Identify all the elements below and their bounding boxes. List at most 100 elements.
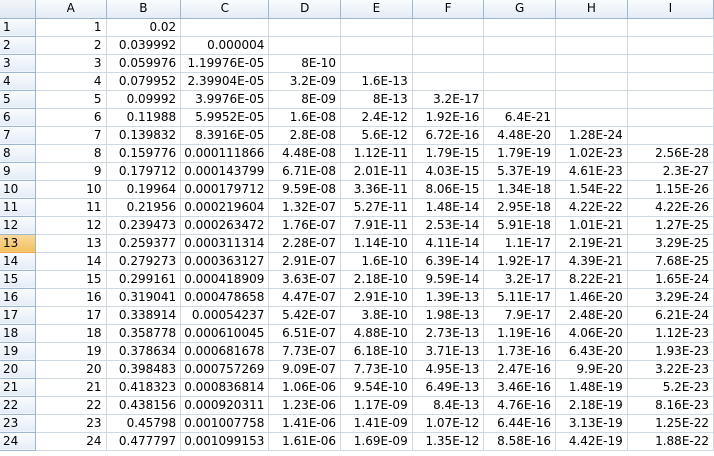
cell-b5[interactable]: 0.09992 xyxy=(106,90,182,109)
cell-a10[interactable]: 10 xyxy=(35,180,107,199)
cell-f22[interactable]: 8.4E-13 xyxy=(412,396,485,415)
cell-g1[interactable] xyxy=(483,18,557,37)
cell-f17[interactable]: 1.98E-13 xyxy=(412,306,485,325)
cell-d10[interactable]: 9.59E-08 xyxy=(268,180,342,199)
cell-c19[interactable]: 0.000681678 xyxy=(180,342,270,361)
cell-e2[interactable] xyxy=(340,36,413,55)
cell-h16[interactable]: 1.46E-20 xyxy=(555,288,628,307)
cell-i23[interactable]: 1.25E-22 xyxy=(627,414,714,433)
cell-h23[interactable]: 3.13E-19 xyxy=(555,414,628,433)
cell-f12[interactable]: 2.53E-14 xyxy=(412,216,485,235)
cell-f8[interactable]: 1.79E-15 xyxy=(412,144,485,163)
cell-a11[interactable]: 11 xyxy=(35,198,107,217)
cell-g18[interactable]: 1.19E-16 xyxy=(483,324,557,343)
cell-d5[interactable]: 8E-09 xyxy=(268,90,342,109)
cell-d14[interactable]: 2.91E-07 xyxy=(268,252,342,271)
cell-e1[interactable] xyxy=(340,18,413,37)
cell-i11[interactable]: 4.22E-26 xyxy=(627,198,714,217)
cell-b11[interactable]: 0.21956 xyxy=(106,198,182,217)
cell-b17[interactable]: 0.338914 xyxy=(106,306,182,325)
cell-a22[interactable]: 22 xyxy=(35,396,107,415)
cell-e3[interactable] xyxy=(340,54,413,73)
cell-i9[interactable]: 2.3E-27 xyxy=(627,162,714,181)
cell-e7[interactable]: 5.6E-12 xyxy=(340,126,413,145)
cell-c11[interactable]: 0.000219604 xyxy=(180,198,270,217)
row-header[interactable]: 7 xyxy=(0,126,37,145)
cell-f19[interactable]: 3.71E-13 xyxy=(412,342,485,361)
cell-f6[interactable]: 1.92E-16 xyxy=(412,108,485,127)
cell-e8[interactable]: 1.12E-11 xyxy=(340,144,413,163)
cell-a2[interactable]: 2 xyxy=(35,36,107,55)
cell-g20[interactable]: 2.47E-16 xyxy=(483,360,557,379)
cell-e16[interactable]: 2.91E-10 xyxy=(340,288,413,307)
column-header-f[interactable]: F xyxy=(412,0,485,19)
column-header-e[interactable]: E xyxy=(340,0,413,19)
cell-e5[interactable]: 8E-13 xyxy=(340,90,413,109)
cell-a6[interactable]: 6 xyxy=(35,108,107,127)
cell-c20[interactable]: 0.000757269 xyxy=(180,360,270,379)
cell-c18[interactable]: 0.000610045 xyxy=(180,324,270,343)
cell-g8[interactable]: 1.79E-19 xyxy=(483,144,557,163)
cell-i4[interactable] xyxy=(627,72,714,91)
row-header[interactable]: 24 xyxy=(0,432,37,451)
cell-i5[interactable] xyxy=(627,90,714,109)
cell-f2[interactable] xyxy=(412,36,485,55)
row-header[interactable]: 20 xyxy=(0,360,37,379)
cell-f5[interactable]: 3.2E-17 xyxy=(412,90,485,109)
cell-g23[interactable]: 6.44E-16 xyxy=(483,414,557,433)
cell-c23[interactable]: 0.001007758 xyxy=(180,414,270,433)
cell-g10[interactable]: 1.34E-18 xyxy=(483,180,557,199)
cell-h22[interactable]: 2.18E-19 xyxy=(555,396,628,415)
cell-g4[interactable] xyxy=(483,72,557,91)
row-header[interactable]: 12 xyxy=(0,216,37,235)
cell-i13[interactable]: 3.29E-25 xyxy=(627,234,714,253)
column-header-h[interactable]: H xyxy=(555,0,628,19)
cell-i22[interactable]: 8.16E-23 xyxy=(627,396,714,415)
cell-b4[interactable]: 0.079952 xyxy=(106,72,182,91)
cell-g14[interactable]: 1.92E-17 xyxy=(483,252,557,271)
cell-a12[interactable]: 12 xyxy=(35,216,107,235)
cell-f20[interactable]: 4.95E-13 xyxy=(412,360,485,379)
cell-h2[interactable] xyxy=(555,36,628,55)
cell-b23[interactable]: 0.45798 xyxy=(106,414,182,433)
cell-f4[interactable] xyxy=(412,72,485,91)
cell-f10[interactable]: 8.06E-15 xyxy=(412,180,485,199)
cell-a19[interactable]: 19 xyxy=(35,342,107,361)
cell-i21[interactable]: 5.2E-23 xyxy=(627,378,714,397)
cell-a24[interactable]: 24 xyxy=(35,432,107,451)
cell-a9[interactable]: 9 xyxy=(35,162,107,181)
cell-c10[interactable]: 0.000179712 xyxy=(180,180,270,199)
cell-e9[interactable]: 2.01E-11 xyxy=(340,162,413,181)
cell-d22[interactable]: 1.23E-06 xyxy=(268,396,342,415)
cell-c2[interactable]: 0.000004 xyxy=(180,36,270,55)
row-header[interactable]: 5 xyxy=(0,90,37,109)
cell-c7[interactable]: 8.3916E-05 xyxy=(180,126,270,145)
cell-c24[interactable]: 0.001099153 xyxy=(180,432,270,451)
cell-c17[interactable]: 0.00054237 xyxy=(180,306,270,325)
cell-d19[interactable]: 7.73E-07 xyxy=(268,342,342,361)
cell-e21[interactable]: 9.54E-10 xyxy=(340,378,413,397)
cell-h20[interactable]: 9.9E-20 xyxy=(555,360,628,379)
cell-c9[interactable]: 0.000143799 xyxy=(180,162,270,181)
cell-e24[interactable]: 1.69E-09 xyxy=(340,432,413,451)
cell-e10[interactable]: 3.36E-11 xyxy=(340,180,413,199)
row-header[interactable]: 21 xyxy=(0,378,37,397)
cell-i14[interactable]: 7.68E-25 xyxy=(627,252,714,271)
cell-g15[interactable]: 3.2E-17 xyxy=(483,270,557,289)
row-header[interactable]: 9 xyxy=(0,162,37,181)
row-header[interactable]: 3 xyxy=(0,54,37,73)
cell-i7[interactable] xyxy=(627,126,714,145)
cell-c3[interactable]: 1.19976E-05 xyxy=(180,54,270,73)
row-header[interactable]: 15 xyxy=(0,270,37,289)
cell-d9[interactable]: 6.71E-08 xyxy=(268,162,342,181)
column-header-i[interactable]: I xyxy=(627,0,714,19)
cell-f14[interactable]: 6.39E-14 xyxy=(412,252,485,271)
cell-i20[interactable]: 3.22E-23 xyxy=(627,360,714,379)
cell-g13[interactable]: 1.1E-17 xyxy=(483,234,557,253)
row-header[interactable]: 6 xyxy=(0,108,37,127)
cell-f13[interactable]: 4.11E-14 xyxy=(412,234,485,253)
cell-d7[interactable]: 2.8E-08 xyxy=(268,126,342,145)
cell-a7[interactable]: 7 xyxy=(35,126,107,145)
column-header-b[interactable]: B xyxy=(106,0,182,19)
row-header[interactable]: 13 xyxy=(0,234,37,253)
